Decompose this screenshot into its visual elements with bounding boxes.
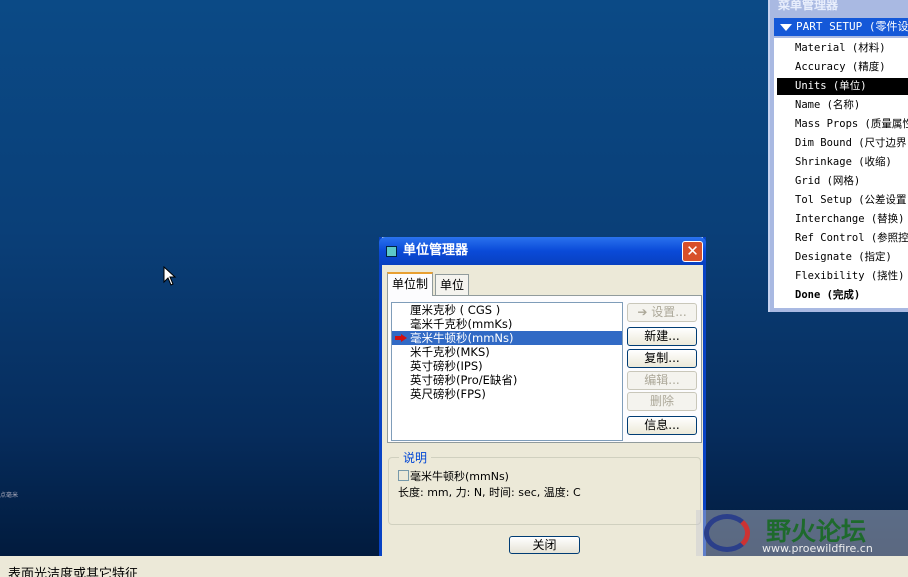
unit-system-label: 毫米千克秒(mmKs): [410, 317, 513, 331]
tab-units[interactable]: 单位: [435, 274, 470, 295]
menu-item[interactable]: Done (完成): [777, 287, 908, 304]
description-name: 毫米牛顿秒(mmNs): [410, 470, 509, 483]
tab-unit-systems[interactable]: 单位制: [387, 272, 434, 296]
menu-item[interactable]: Interchange (替换): [777, 211, 908, 228]
unit-system-item[interactable]: 毫米牛顿秒(mmNs): [392, 331, 622, 345]
triangle-down-icon: [780, 24, 792, 31]
unit-system-label: 英寸磅秒(Pro/E缺省): [410, 373, 518, 387]
dialog-title: 单位管理器: [403, 243, 469, 258]
edit-button[interactable]: 编辑...: [627, 371, 697, 390]
unit-system-item[interactable]: 毫米千克秒(mmKs): [392, 317, 622, 331]
status-bar: 表面光洁度或其它特征: [0, 556, 908, 577]
menu-header-label: PART SETUP (零件设置): [796, 20, 908, 33]
delete-button[interactable]: 删除: [627, 392, 697, 411]
menu-item[interactable]: Units (单位): [777, 78, 908, 95]
menu-item[interactable]: Flexibility (挠性): [777, 268, 908, 285]
close-button[interactable]: 关闭: [509, 536, 580, 554]
unit-system-label: 厘米克秒 ( CGS ): [410, 303, 501, 317]
menu-item[interactable]: Tol Setup (公差设置): [777, 192, 908, 209]
menu-item[interactable]: Designate (指定): [777, 249, 908, 266]
set-button[interactable]: ➔ 设置...: [627, 303, 697, 322]
app-icon: [386, 246, 397, 257]
unit-system-item[interactable]: 米千克秒(MKS): [392, 345, 622, 359]
unit-system-icon: [398, 470, 409, 481]
menu-header-part-setup[interactable]: PART SETUP (零件设置): [774, 18, 908, 36]
status-text: 表面光洁度或其它特征: [8, 567, 139, 577]
menu-item[interactable]: Dim Bound (尺寸边界): [777, 135, 908, 152]
dialog-titlebar: 单位管理器 ✕: [379, 237, 706, 265]
unit-system-item[interactable]: 厘米克秒 ( CGS ): [392, 303, 622, 317]
menu-item[interactable]: Name (名称): [777, 97, 908, 114]
unit-system-item[interactable]: 英寸磅秒(IPS): [392, 359, 622, 373]
info-button[interactable]: 信息...: [627, 416, 697, 435]
current-arrow-icon: [395, 334, 407, 342]
description-label: 说明: [399, 449, 432, 466]
unit-system-label: 毫米牛顿秒(mmNs): [410, 331, 514, 345]
unit-system-list[interactable]: 厘米克秒 ( CGS ) 毫米千克秒(mmKs) 毫米牛顿秒(mmNs) 米千克秒(M…: [391, 302, 623, 441]
menu-item[interactable]: Shrinkage (收缩): [777, 154, 908, 171]
watermark-logo-icon: [704, 514, 750, 552]
close-icon[interactable]: ✕: [682, 241, 703, 262]
menu-items: Material (材料) Accuracy (精度) Units (单位) Name…: [774, 38, 908, 308]
menu-item[interactable]: Material (材料): [777, 40, 908, 57]
menu-manager: 菜单管理器 PART SETUP (零件设置) Material (材料) Acc…: [768, 0, 908, 312]
menu-item[interactable]: Ref Control (参照控制): [777, 230, 908, 247]
new-button[interactable]: 新建...: [627, 327, 697, 346]
unit-system-item[interactable]: 英寸磅秒(Pro/E缺省): [392, 373, 622, 387]
units-manager-dialog: 单位管理器 ✕ 单位制 单位 厘米克秒 ( CGS ) 毫米千克秒(mmKs) 毫米…: [379, 237, 706, 563]
watermark: 野火论坛 www.proewildfire.cn: [696, 510, 908, 556]
menu-manager-title: 菜单管理器: [778, 0, 839, 12]
unit-system-item[interactable]: 英尺磅秒(FPS): [392, 387, 622, 401]
tab-panel: 厘米克秒 ( CGS ) 毫米千克秒(mmKs) 毫米牛顿秒(mmNs) 米千克秒(M…: [387, 295, 702, 443]
corner-label: 点毫米: [0, 492, 19, 499]
watermark-url: www.proewildfire.cn: [762, 542, 873, 555]
menu-item[interactable]: Grid (网格): [777, 173, 908, 190]
unit-system-label: 米千克秒(MKS): [410, 345, 490, 359]
unit-system-label: 英寸磅秒(IPS): [410, 359, 483, 373]
description-group: 说明 毫米牛顿秒(mmNs) 长度: mm, 力: N, 时间: sec, 温度…: [388, 449, 701, 525]
menu-item[interactable]: Accuracy (精度): [777, 59, 908, 76]
unit-system-label: 英尺磅秒(FPS): [410, 387, 486, 401]
menu-item[interactable]: Mass Props (质量属性): [777, 116, 908, 133]
description-details: 长度: mm, 力: N, 时间: sec, 温度: C: [398, 486, 581, 499]
mouse-cursor-icon: [163, 266, 177, 286]
copy-button[interactable]: 复制...: [627, 349, 697, 368]
